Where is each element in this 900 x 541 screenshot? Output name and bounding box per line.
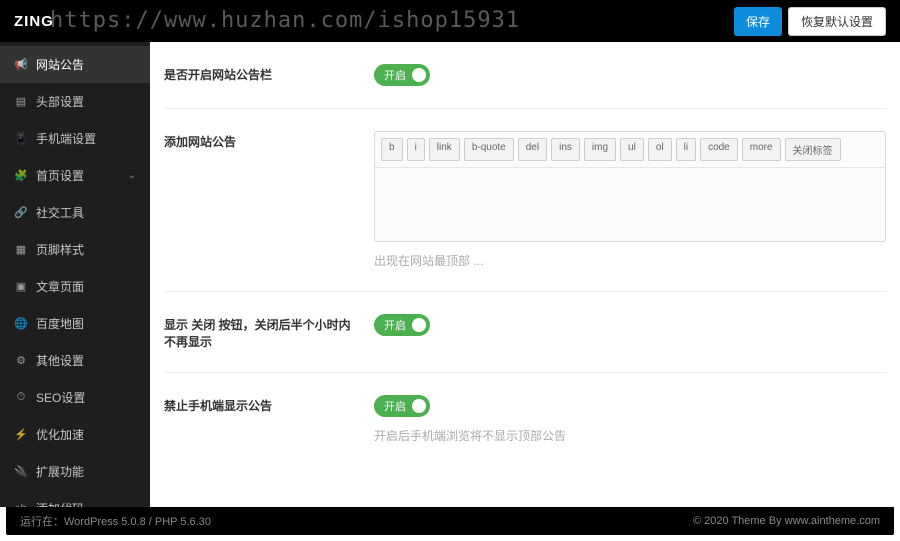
sidebar-item-label: SEO设置 (36, 389, 85, 406)
editor-btn-b-quote[interactable]: b-quote (464, 138, 514, 161)
editor-btn-i[interactable]: i (407, 138, 425, 161)
sidebar-item-11[interactable]: 🔌 扩展功能 (0, 453, 150, 490)
sidebar-item-label: 首页设置 (36, 167, 84, 184)
save-button[interactable]: 保存 (734, 7, 782, 36)
puzzle-icon: 🧩 (14, 169, 28, 183)
editor-btn-img[interactable]: img (584, 138, 616, 161)
sidebar-item-label: 其他设置 (36, 352, 84, 369)
clock-icon: ⏱ (14, 391, 28, 405)
sidebar-item-label: 百度地图 (36, 315, 84, 332)
footer: 运行在：WordPress 5.0.8 / PHP 5.6.30 © 2020 … (6, 507, 894, 535)
bolt-icon: ⚡ (14, 428, 28, 442)
footer-left: 运行在：WordPress 5.0.8 / PHP 5.6.30 (20, 513, 211, 529)
row-close-button: 显示 关闭 按钮，关闭后半个小时内不再显示 开启 (164, 292, 886, 373)
code-icon: </> (14, 502, 28, 508)
toggle-mobile-hide[interactable]: 开启 (374, 395, 430, 417)
sidebar-item-label: 手机端设置 (36, 130, 96, 147)
sidebar: 📢 网站公告 ▤ 头部设置 📱 手机端设置 🧩 首页设置 ⌄ 🔗 社交工具 ▦ 页脚样式 ▣ 文章页面 🌐 百度… (0, 42, 150, 507)
head-icon: ▤ (14, 95, 28, 109)
sidebar-item-label: 头部设置 (36, 93, 84, 110)
editor-btn-ul[interactable]: ul (620, 138, 644, 161)
sidebar-item-label: 优化加速 (36, 426, 84, 443)
sidebar-item-label: 页脚样式 (36, 241, 84, 258)
editor-toolbar: bilinkb-quotedelinsimgulollicodemore关闭标签 (375, 132, 885, 168)
grid-icon: ▣ (14, 280, 28, 294)
notice-hint: 出现在网站最顶部 ... (374, 252, 886, 269)
mobile-icon: 📱 (14, 132, 28, 146)
mobile-hide-hint: 开启后手机端浏览将不显示顶部公告 (374, 427, 886, 444)
row-mobile-hide: 禁止手机端显示公告 开启 开启后手机端浏览将不显示顶部公告 (164, 373, 886, 466)
megaphone-icon: 📢 (14, 58, 28, 72)
sidebar-item-3[interactable]: 🧩 首页设置 ⌄ (0, 157, 150, 194)
sidebar-item-label: 添加代码 (36, 500, 84, 507)
top-actions: 保存 恢复默认设置 (734, 7, 886, 36)
sidebar-item-9[interactable]: ⏱ SEO设置 (0, 379, 150, 416)
topbar: ZING https://www.huzhan.com/ishop15931 保… (0, 0, 900, 42)
toggle-knob (412, 68, 426, 82)
page-icon: ▦ (14, 243, 28, 257)
toggle-close-button[interactable]: 开启 (374, 314, 430, 336)
toggle-notice-enable[interactable]: 开启 (374, 64, 430, 86)
editor-btn-code[interactable]: code (700, 138, 738, 161)
sidebar-item-6[interactable]: ▣ 文章页面 (0, 268, 150, 305)
row-notice-add: 添加网站公告 bilinkb-quotedelinsimgulollicodem… (164, 109, 886, 292)
label-close-button: 显示 关闭 按钮，关闭后半个小时内不再显示 (164, 314, 374, 350)
reset-button[interactable]: 恢复默认设置 (788, 7, 886, 36)
sidebar-item-2[interactable]: 📱 手机端设置 (0, 120, 150, 157)
sidebar-item-0[interactable]: 📢 网站公告 (0, 46, 150, 83)
toggle-text: 开启 (384, 67, 406, 83)
sidebar-item-5[interactable]: ▦ 页脚样式 (0, 231, 150, 268)
toggle-knob (412, 399, 426, 413)
chevron-down-icon: ⌄ (128, 170, 136, 181)
editor-btn-li[interactable]: li (676, 138, 696, 161)
editor-btn-ins[interactable]: ins (551, 138, 580, 161)
footer-right: © 2020 Theme By www.aintheme.com (693, 515, 880, 527)
notice-textarea[interactable] (375, 168, 885, 238)
share-icon: 🔗 (14, 206, 28, 220)
editor-btn-del[interactable]: del (518, 138, 547, 161)
sidebar-item-label: 社交工具 (36, 204, 84, 221)
label-mobile-hide: 禁止手机端显示公告 (164, 395, 374, 444)
sidebar-item-8[interactable]: ⚙ 其他设置 (0, 342, 150, 379)
sidebar-item-1[interactable]: ▤ 头部设置 (0, 83, 150, 120)
toggle-knob (412, 318, 426, 332)
sidebar-item-12[interactable]: </> 添加代码 (0, 490, 150, 507)
toggle-text: 开启 (384, 317, 406, 333)
gear-icon: ⚙ (14, 354, 28, 368)
editor-btn--[interactable]: 关闭标签 (785, 138, 841, 161)
sidebar-item-label: 文章页面 (36, 278, 84, 295)
sidebar-item-4[interactable]: 🔗 社交工具 (0, 194, 150, 231)
plugin-icon: 🔌 (14, 465, 28, 479)
sidebar-item-10[interactable]: ⚡ 优化加速 (0, 416, 150, 453)
editor-btn-more[interactable]: more (742, 138, 781, 161)
main-panel: 是否开启网站公告栏 开启 添加网站公告 bilinkb-quotedelinsi… (150, 42, 900, 507)
brand: ZING (14, 13, 54, 30)
watermark-text: https://www.huzhan.com/ishop15931 (50, 8, 520, 33)
editor-btn-b[interactable]: b (381, 138, 403, 161)
editor-btn-link[interactable]: link (429, 138, 460, 161)
label-notice-enable: 是否开启网站公告栏 (164, 64, 374, 86)
sidebar-item-7[interactable]: 🌐 百度地图 (0, 305, 150, 342)
toggle-text: 开启 (384, 398, 406, 414)
label-notice-add: 添加网站公告 (164, 131, 374, 269)
sidebar-item-label: 网站公告 (36, 56, 84, 73)
sidebar-item-label: 扩展功能 (36, 463, 84, 480)
notice-editor: bilinkb-quotedelinsimgulollicodemore关闭标签 (374, 131, 886, 242)
row-notice-enable: 是否开启网站公告栏 开启 (164, 42, 886, 109)
editor-btn-ol[interactable]: ol (648, 138, 672, 161)
globe-icon: 🌐 (14, 317, 28, 331)
